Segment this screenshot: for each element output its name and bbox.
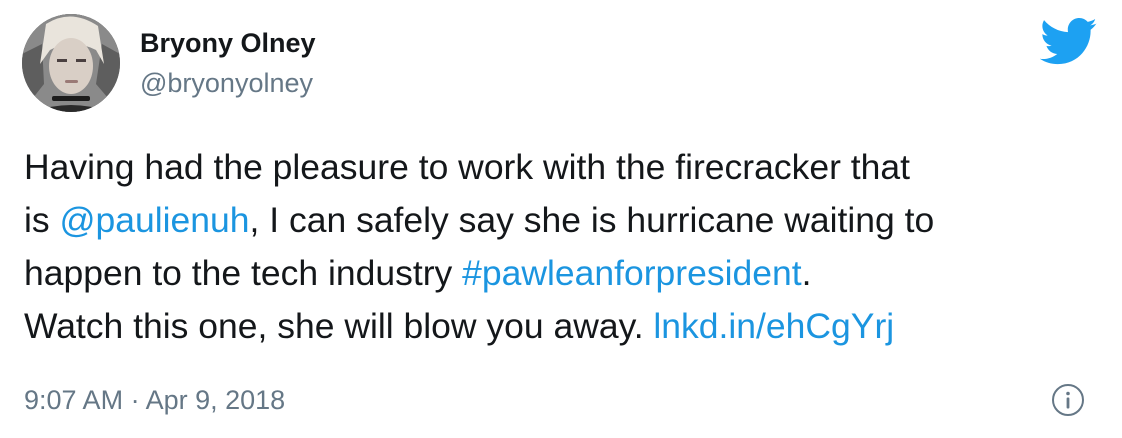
tweet-timestamp[interactable]: 9:07 AM · Apr 9, 2018 (24, 382, 285, 418)
tweet-line-3: happen to the tech industry #pawleanforp… (24, 247, 1104, 300)
tweet-text: Having had the pleasure to work with the… (24, 141, 1104, 353)
user-info[interactable]: Bryony Olney @bryonyolney (140, 26, 316, 100)
avatar[interactable] (22, 14, 120, 112)
tweet-date: Apr 9, 2018 (145, 385, 286, 415)
mention-link[interactable]: @paulienuh (60, 200, 250, 240)
tweet-text-segment: is (24, 200, 60, 240)
tweet-card: Bryony Olney @bryonyolney Having had the… (0, 0, 1122, 438)
url-link[interactable]: lnkd.in/ehCgYrj (653, 306, 894, 346)
hashtag-link[interactable]: #pawleanforpresident (462, 253, 801, 293)
twitter-bird-icon-graphic (1039, 18, 1097, 65)
tweet-line-4: Watch this one, she will blow you away. … (24, 300, 1104, 353)
tweet-text-segment: Having had the pleasure to work with the… (24, 147, 910, 187)
tweet-line-1: Having had the pleasure to work with the… (24, 141, 1104, 194)
tweet-line-2: is @paulienuh, I can safely say she is h… (24, 194, 1104, 247)
display-name[interactable]: Bryony Olney (140, 26, 316, 60)
info-icon[interactable] (1051, 383, 1085, 417)
user-handle[interactable]: @bryonyolney (140, 66, 316, 100)
tweet-text-segment: . (801, 253, 812, 293)
twitter-bird-icon[interactable] (1039, 18, 1098, 66)
tweet-time: 9:07 AM (24, 385, 124, 415)
meta-separator: · (123, 385, 146, 415)
tweet-text-segment: , I can safely say she is hurricane wait… (249, 200, 935, 240)
info-icon-graphic (1052, 384, 1084, 416)
tweet-text-segment: happen to the tech industry (24, 253, 463, 293)
tweet-text-segment: Watch this one, she will blow you away. (24, 306, 654, 346)
avatar-image (22, 14, 120, 112)
